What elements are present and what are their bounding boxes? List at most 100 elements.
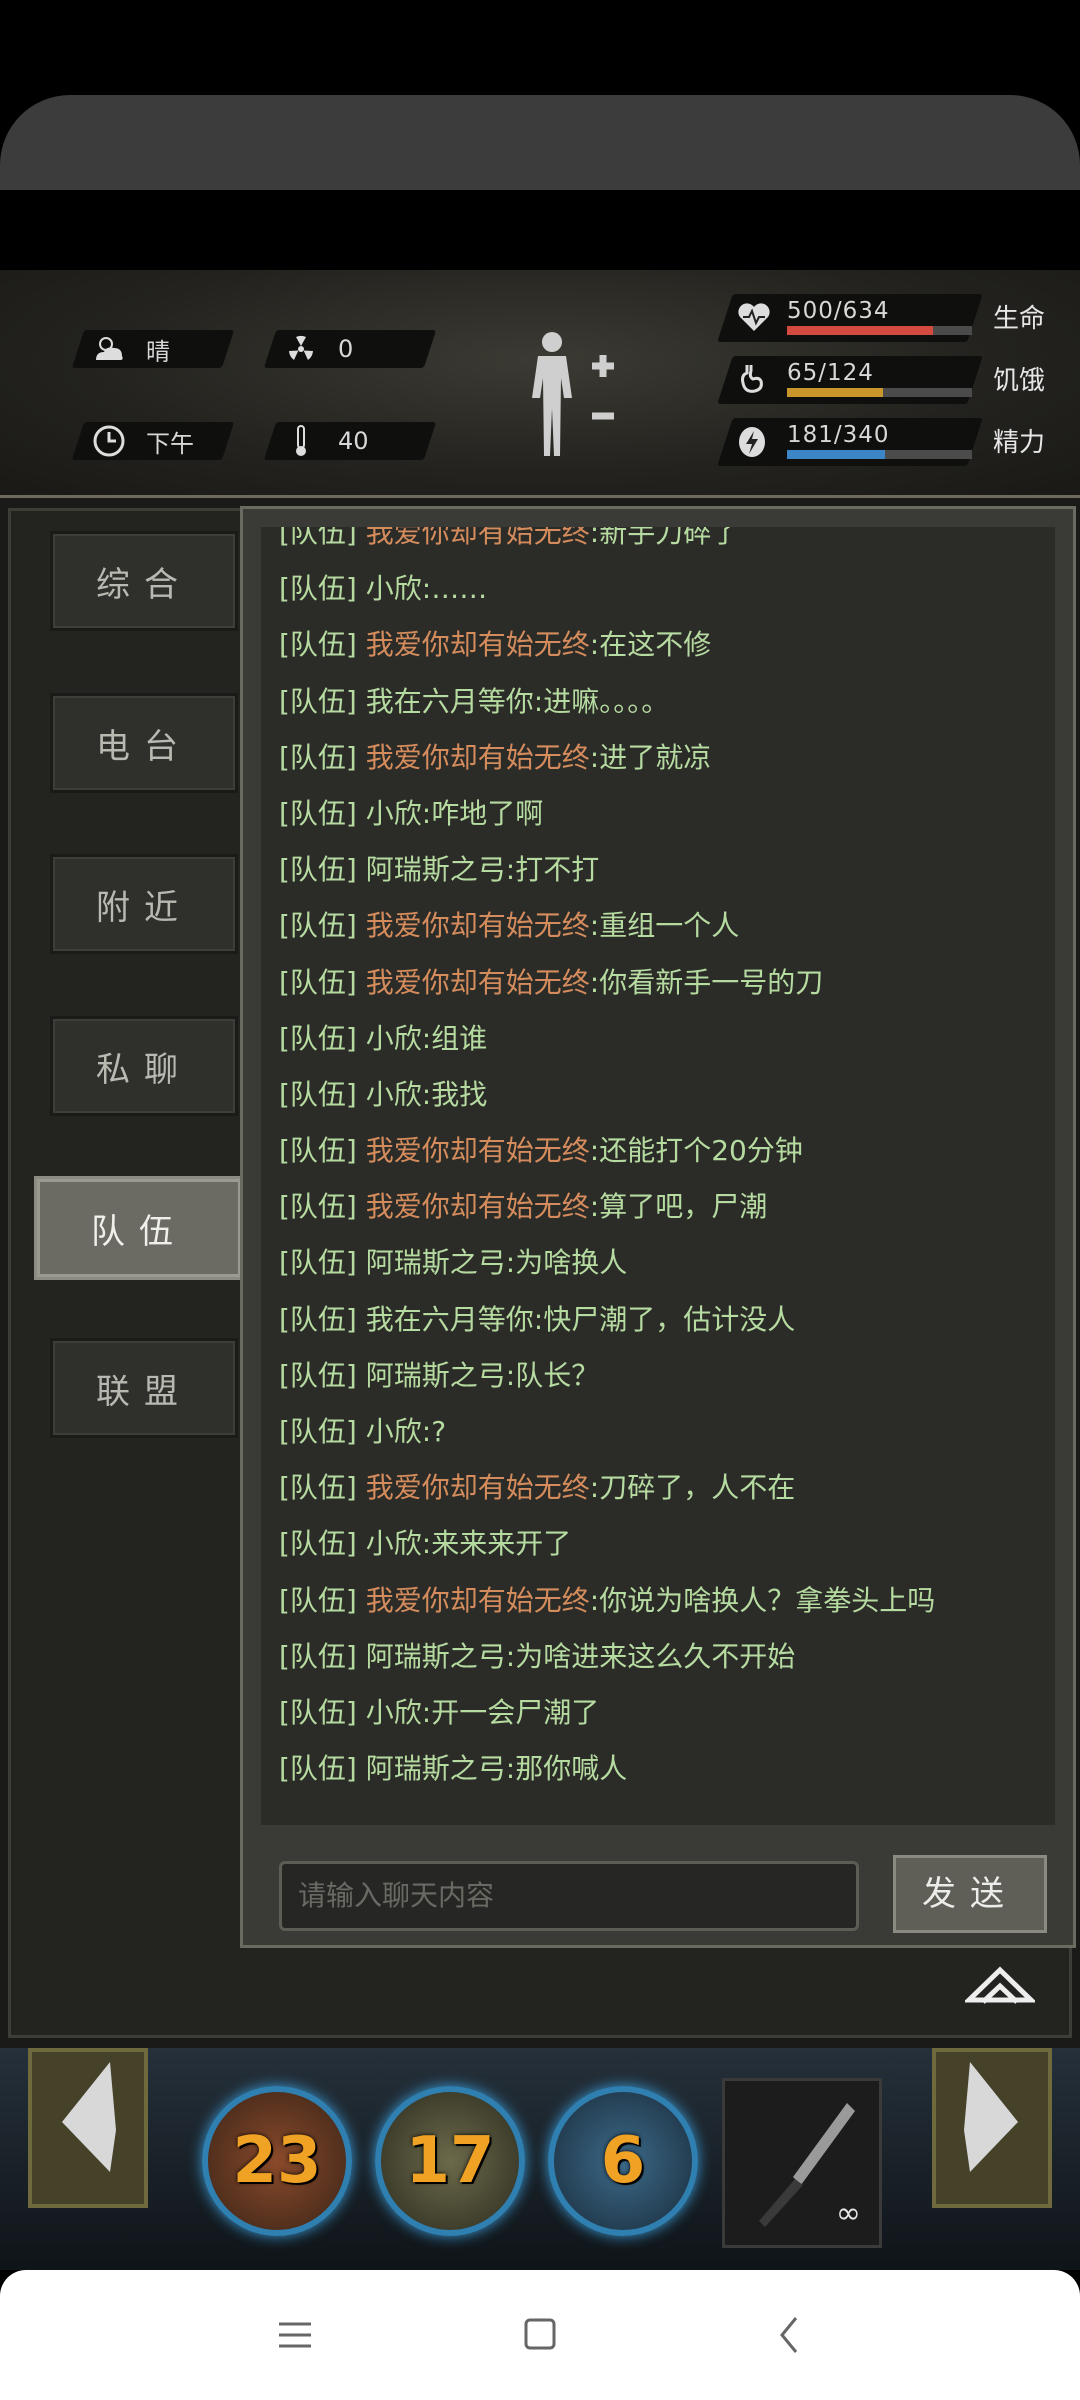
message-sender[interactable]: 我爱你却有始无终 [366,1190,590,1223]
time-pill: 下午 [71,422,235,460]
message-channel: [队伍] [279,1077,357,1111]
message-text: :算了吧，尸潮 [589,1190,768,1224]
message-text: :那你喊人 [505,1752,628,1786]
message-channel: [队伍] [279,1471,357,1505]
message-channel: [队伍] [279,853,357,887]
message-text: :快尸潮了，估计没人 [533,1302,796,1336]
message-text: :队长？ [505,1358,600,1392]
message-sender[interactable]: 小欣 [366,1415,422,1448]
message-text: :? [421,1415,447,1448]
tab-alliance[interactable]: 联盟 [50,1338,238,1438]
message-list[interactable]: [队伍] 我爱你却有始无终:新手刀碎了 [队伍] 小欣:…… [队伍] 我爱你却有始… [261,527,1055,1825]
message-text: :还能打个20分钟 [589,1134,803,1168]
prev-button[interactable] [28,2048,148,2208]
chat-message: [队伍] 我爱你却有始无终:你说为啥换人？拿拳头上吗 [279,1573,1049,1629]
message-channel: [队伍] [279,1246,357,1280]
message-sender[interactable]: 阿瑞斯之弓 [366,1359,506,1392]
chat-message: [队伍] 小欣:来来来开了 [279,1516,1049,1572]
message-channel: [队伍] [279,527,357,549]
message-sender[interactable]: 小欣 [366,1527,422,1560]
message-sender[interactable]: 小欣 [366,572,422,605]
message-sender[interactable]: 阿瑞斯之弓 [366,1752,506,1785]
health-bar: 500/634 生命 [717,294,1055,342]
tab-general[interactable]: 综合 [50,531,238,631]
top-panel-edge [0,95,1080,190]
message-text: :在这不修 [589,628,712,662]
chevron-up-icon [962,1966,1038,2004]
tab-private[interactable]: 私聊 [50,1016,238,1116]
status-header: 晴 0 下午 40 500/634 生命 65/124 饥饿 181/340 精… [0,270,1080,498]
energy-label: 精力 [993,428,1046,458]
menu-button[interactable] [265,2310,325,2360]
tab-nearby[interactable]: 附近 [50,854,238,954]
home-button[interactable] [510,2310,570,2360]
message-channel: [队伍] [279,965,357,999]
rage-skill-button[interactable]: 23 [202,2086,352,2236]
message-sender[interactable]: 阿瑞斯之弓 [366,853,506,886]
health-value: 500/634 [787,298,890,324]
message-channel: [队伍] [279,1695,357,1729]
temperature-pill: 40 [263,422,437,460]
stomach-icon [737,363,771,397]
sprint-skill-button[interactable]: 6 [548,2086,698,2236]
home-square-icon [524,2318,556,2350]
message-sender[interactable]: 我爱你却有始无终 [366,628,590,661]
message-channel: [队伍] [279,628,357,662]
message-channel: [队伍] [279,1134,357,1168]
weapon-durability: ∞ [836,2196,861,2231]
message-channel: [队伍] [279,1358,357,1392]
message-sender[interactable]: 我爱你却有始无终 [366,909,590,942]
radiation-value: 0 [338,335,354,363]
message-sender[interactable]: 小欣 [366,1078,422,1111]
next-button[interactable] [932,2048,1052,2208]
message-text: :刀碎了，人不在 [589,1471,796,1505]
message-sender[interactable]: 我爱你却有始无终 [366,1134,590,1167]
message-text: :打不打 [505,853,600,887]
message-text: :你看新手一号的刀 [589,965,824,999]
character-body-button[interactable] [520,328,630,458]
chat-message: [队伍] 我爱你却有始无终:进了就凉 [279,730,1049,786]
chat-message: [队伍] 我爱你却有始无终:新手刀碎了 [279,527,1049,561]
message-sender[interactable]: 阿瑞斯之弓 [366,1246,506,1279]
chat-message: [队伍] 我爱你却有始无终:刀碎了，人不在 [279,1460,1049,1516]
chat-message: [队伍] 我爱你却有始无终:在这不修 [279,617,1049,673]
chat-input[interactable]: 请输入聊天内容 [279,1861,859,1931]
heal-skill-button[interactable]: 17 [375,2086,525,2236]
sun-cloud-icon [92,332,126,366]
message-sender[interactable]: 我爱你却有始无终 [366,966,590,999]
send-button[interactable]: 发送 [893,1855,1047,1933]
message-sender[interactable]: 我在六月等你 [366,685,534,718]
rage-skill-count: 23 [232,2124,322,2198]
tab-radio[interactable]: 电台 [50,693,238,793]
chat-message: [队伍] 我爱你却有始无终:你看新手一号的刀 [279,955,1049,1011]
message-sender[interactable]: 我爱你却有始无终 [366,1471,590,1504]
message-text: :来来来开了 [421,1527,572,1561]
radiation-pill: 0 [263,330,437,368]
message-sender[interactable]: 小欣 [366,1022,422,1055]
hunger-value: 65/124 [787,360,874,386]
chat-message: [队伍] 小欣:开一会尸潮了 [279,1685,1049,1741]
message-text: :咋地了啊 [421,796,544,830]
message-sender[interactable]: 小欣 [366,1696,422,1729]
message-sender[interactable]: 小欣 [366,797,422,830]
message-sender[interactable]: 我爱你却有始无终 [366,741,590,774]
message-channel: [队伍] [279,1639,357,1673]
chat-panel: 综合 电台 附近 私聊 队伍 联盟 [队伍] 我爱你却有始无终:新手刀碎了 [队伍… [0,498,1080,2048]
message-channel: [队伍] [279,572,357,606]
message-text: :我找 [421,1077,488,1111]
weapon-slot[interactable]: ∞ [722,2078,882,2248]
message-sender[interactable]: 我爱你却有始无终 [366,1584,590,1617]
chat-message: [队伍] 小欣:咋地了啊 [279,786,1049,842]
collapse-button[interactable] [962,1960,1038,2008]
tab-team[interactable]: 队伍 [34,1176,244,1280]
chat-message: [队伍] 阿瑞斯之弓:为啥换人 [279,1235,1049,1291]
time-value: 下午 [146,429,194,458]
back-button[interactable] [760,2310,820,2360]
temperature-value: 40 [338,427,369,455]
message-text: :进了就凉 [589,740,712,774]
message-sender[interactable]: 我爱你却有始无终 [366,527,590,549]
message-sender[interactable]: 我在六月等你 [366,1303,534,1336]
message-sender[interactable]: 阿瑞斯之弓 [366,1640,506,1673]
message-channel: [队伍] [279,909,357,943]
radiation-icon [284,332,318,366]
